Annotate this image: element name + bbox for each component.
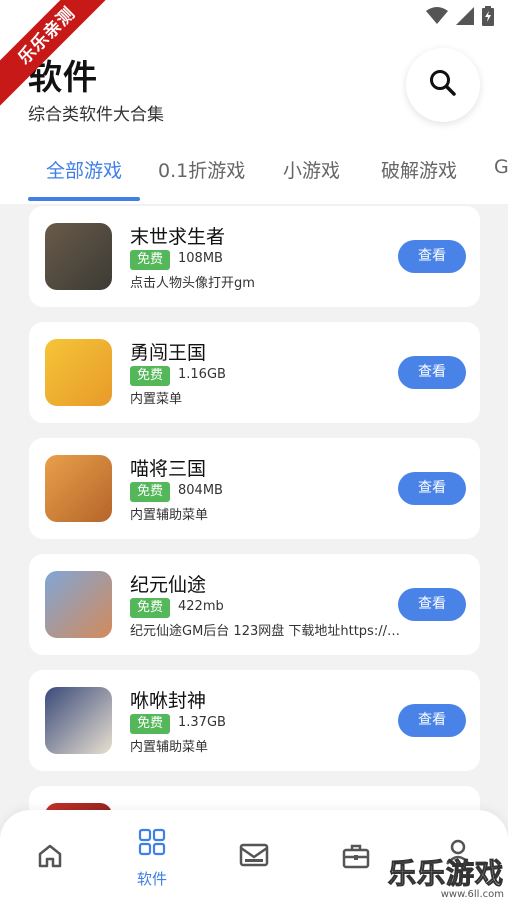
- view-button[interactable]: 查看: [398, 356, 466, 389]
- status-bar: [426, 6, 494, 30]
- tab-more[interactable]: G: [494, 156, 508, 178]
- watermark: 乐乐游戏 www.6ll.com: [387, 857, 504, 900]
- view-button[interactable]: 查看: [398, 240, 466, 273]
- mail-icon: [239, 843, 269, 872]
- app-description: 内置辅助菜单: [130, 740, 209, 755]
- search-icon: [428, 68, 458, 102]
- tab-all-games[interactable]: 全部游戏: [46, 156, 122, 183]
- category-tabs: 全部游戏 0.1折游戏 小游戏 破解游戏 G: [0, 150, 508, 204]
- list-item[interactable]: 喵将三国 免费 804MB 内置辅助菜单 查看: [29, 438, 480, 539]
- battery-icon: [482, 6, 494, 30]
- free-badge: 免费: [130, 250, 170, 270]
- list-item[interactable]: 末世求生者 免费 108MB 点击人物头像打开gm 查看: [29, 206, 480, 307]
- app-size: 422mb: [178, 599, 224, 614]
- list-item[interactable]: 咻咻封神 免费 1.37GB 内置辅助菜单 查看: [29, 670, 480, 771]
- nav-home[interactable]: [20, 842, 80, 874]
- list-item[interactable]: 勇闯王国 免费 1.16GB 内置菜单 查看: [29, 322, 480, 423]
- nav-software[interactable]: 软件: [122, 828, 182, 889]
- app-icon[interactable]: [45, 223, 112, 290]
- app-name[interactable]: 勇闯王国: [130, 338, 206, 365]
- home-icon: [36, 844, 64, 874]
- watermark-url: www.6ll.com: [440, 889, 504, 900]
- free-badge: 免费: [130, 482, 170, 502]
- app-description: 内置辅助菜单: [130, 508, 209, 523]
- view-button[interactable]: 查看: [398, 704, 466, 737]
- wifi-icon: [426, 7, 448, 29]
- app-description: 内置菜单: [130, 392, 183, 407]
- app-name[interactable]: 末世求生者: [130, 222, 225, 249]
- tab-discount-games[interactable]: 0.1折游戏: [158, 156, 245, 183]
- app-name[interactable]: 纪元仙途: [130, 570, 206, 597]
- tab-mini-games[interactable]: 小游戏: [283, 156, 340, 183]
- page-subtitle: 综合类软件大合集: [28, 105, 164, 125]
- app-name[interactable]: 喵将三国: [130, 454, 206, 481]
- free-badge: 免费: [130, 714, 170, 734]
- app-description: 纪元仙途GM后台 123网盘 下载地址https://www.123pan.co…: [130, 624, 405, 639]
- briefcase-icon: [342, 844, 370, 874]
- app-icon[interactable]: [45, 571, 112, 638]
- app-size: 1.37GB: [178, 715, 226, 730]
- header: 软件 综合类软件大合集 全部游戏 0.1折游戏 小游戏 破解游戏 G: [0, 0, 508, 204]
- app-icon[interactable]: [45, 687, 112, 754]
- list-item[interactable]: 纪元仙途 免费 422mb 纪元仙途GM后台 123网盘 下载地址https:/…: [29, 554, 480, 655]
- nav-messages[interactable]: [224, 842, 284, 872]
- app-list[interactable]: 末世求生者 免费 108MB 点击人物头像打开gm 查看 勇闯王国 免费 1.1…: [0, 204, 508, 824]
- app-icon[interactable]: [45, 339, 112, 406]
- signal-icon: [456, 7, 474, 29]
- nav-toolbox[interactable]: [326, 842, 386, 874]
- grid-icon: [138, 828, 166, 860]
- search-button[interactable]: [406, 48, 480, 122]
- app-size: 1.16GB: [178, 367, 226, 382]
- app-description: 点击人物头像打开gm: [130, 276, 255, 291]
- view-button[interactable]: 查看: [398, 588, 466, 621]
- free-badge: 免费: [130, 366, 170, 386]
- app-name[interactable]: 咻咻封神: [130, 686, 206, 713]
- app-size: 804MB: [178, 483, 223, 498]
- nav-software-label: 软件: [136, 870, 167, 888]
- tab-cracked-games[interactable]: 破解游戏: [381, 156, 457, 183]
- active-tab-indicator: [28, 197, 140, 201]
- app-size: 108MB: [178, 251, 223, 266]
- app-icon[interactable]: [45, 455, 112, 522]
- free-badge: 免费: [130, 598, 170, 618]
- watermark-text: 乐乐游戏: [387, 857, 504, 890]
- view-button[interactable]: 查看: [398, 472, 466, 505]
